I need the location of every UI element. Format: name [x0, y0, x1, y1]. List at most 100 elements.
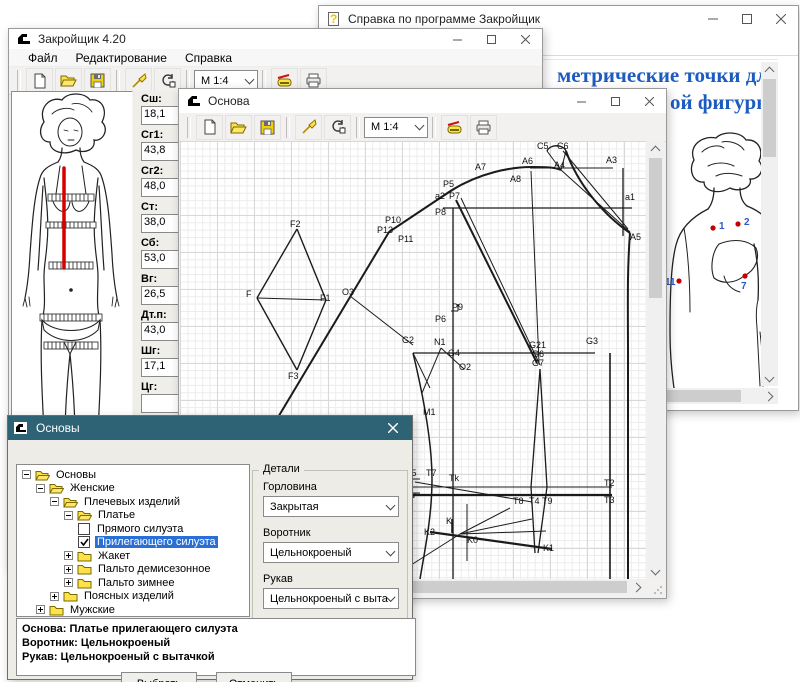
scroll-down-button[interactable]: [761, 371, 778, 386]
expand-icon[interactable]: [50, 592, 59, 601]
open-folder-button[interactable]: [55, 68, 82, 93]
sleeve-select[interactable]: Цельнокроеный с вытачкой: [263, 588, 399, 609]
scroll-down-button[interactable]: [647, 564, 664, 579]
clean-broom-button[interactable]: [295, 115, 322, 140]
pattern-line: [257, 298, 297, 370]
menu-item-1[interactable]: Редактирование: [67, 51, 176, 65]
close-button[interactable]: [508, 29, 542, 49]
help-vertical-scrollbar[interactable]: [761, 62, 778, 386]
close-button[interactable]: [764, 6, 798, 31]
close-button[interactable]: [380, 416, 406, 440]
refresh-button[interactable]: [154, 68, 181, 93]
pattern-point-label: K2: [424, 527, 435, 537]
refresh-button[interactable]: [324, 115, 351, 140]
checkbox[interactable]: [78, 536, 90, 548]
tree-item[interactable]: Основы: [17, 468, 249, 482]
scroll-up-button[interactable]: [647, 141, 664, 156]
pattern-point-label: K1: [543, 543, 554, 553]
details-groupbox: Детали ГорловинаЗакрытаяВоротникЦельнокр…: [252, 470, 408, 620]
pattern-point-label: A6: [522, 156, 533, 166]
close-button[interactable]: [632, 89, 666, 113]
minimize-button[interactable]: [696, 6, 730, 31]
tree-item[interactable]: Пальто зимнее: [17, 576, 249, 590]
pattern-point-label: P9: [452, 302, 463, 312]
menu-item-0[interactable]: Файл: [19, 51, 67, 65]
scroll-thumb[interactable]: [649, 158, 662, 298]
pattern-point-label: a1: [625, 192, 635, 202]
tree-item[interactable]: Платье: [17, 509, 249, 523]
pattern-point-label: Tk: [449, 473, 459, 483]
scroll-right-button[interactable]: [761, 388, 778, 404]
osnova-vertical-scrollbar[interactable]: [647, 141, 664, 579]
resize-grip[interactable]: [652, 584, 664, 596]
save-button[interactable]: [254, 115, 281, 140]
neckline-select[interactable]: Закрытая: [263, 496, 399, 517]
help-icon: ?: [327, 12, 342, 25]
scroll-right-button[interactable]: [629, 579, 646, 595]
pattern-point-label: A3: [606, 155, 617, 165]
tree-item-label: Жакет: [96, 550, 132, 562]
tape-measure-button[interactable]: [441, 115, 468, 140]
menu-bar: ФайлРедактированиеСправка: [9, 49, 542, 67]
chevron-down-icon: [386, 546, 396, 556]
field-label: Горловина: [263, 481, 399, 493]
select-button[interactable]: Выбрать: [121, 672, 197, 682]
pattern-curve: [566, 151, 630, 233]
desktop: ? Справка по программе Закройщик метриче…: [0, 0, 800, 682]
collapse-icon[interactable]: [64, 511, 73, 520]
maximize-button[interactable]: [598, 89, 632, 113]
tree-item[interactable]: Пальто демисезонное: [17, 563, 249, 577]
pattern-line: [531, 171, 539, 363]
scroll-up-button[interactable]: [761, 62, 778, 77]
tree-item-label: Плечевых изделий: [82, 496, 182, 508]
scale-select[interactable]: М 1:4: [364, 117, 428, 138]
details-group-label: Детали: [259, 463, 304, 475]
clean-broom-button[interactable]: [125, 68, 152, 93]
folder-closed-icon: [77, 550, 92, 562]
expand-icon[interactable]: [64, 578, 73, 587]
cancel-button[interactable]: Отменить: [216, 672, 292, 682]
selection-summary: Основа: Платье прилегающего силуэтаВорот…: [16, 618, 416, 676]
collapse-icon[interactable]: [22, 470, 31, 479]
point-number-label: 2: [744, 217, 750, 228]
osnova-titlebar: Основа: [179, 89, 666, 113]
pattern-point-label: P13: [377, 225, 393, 235]
print-button[interactable]: [470, 115, 497, 140]
save-button[interactable]: [84, 68, 111, 93]
folder-closed-icon: [49, 604, 64, 616]
open-folder-button[interactable]: [225, 115, 252, 140]
pattern-point-label: P8: [435, 207, 446, 217]
expand-icon[interactable]: [64, 551, 73, 560]
collapse-icon[interactable]: [50, 497, 59, 506]
maximize-button[interactable]: [730, 6, 764, 31]
menu-item-2[interactable]: Справка: [176, 51, 241, 65]
collar-select[interactable]: Цельнокроеный: [263, 542, 399, 563]
tree-item[interactable]: Мужские: [17, 603, 249, 617]
tree-item[interactable]: Женские: [17, 482, 249, 496]
maximize-button[interactable]: [474, 29, 508, 49]
pattern-point-label: C6: [557, 141, 569, 151]
minimize-button[interactable]: [564, 89, 598, 113]
tree-item[interactable]: Прямого силуэта: [17, 522, 249, 536]
expand-icon[interactable]: [64, 565, 73, 574]
collapse-icon[interactable]: [36, 484, 45, 493]
tree-item[interactable]: Поясных изделий: [17, 590, 249, 604]
pattern-point-label: G2: [402, 335, 414, 345]
new-document-button[interactable]: [196, 115, 223, 140]
pattern-point-label: F1: [320, 293, 331, 303]
tree-item[interactable]: Прилегающего силуэта: [17, 536, 249, 550]
scroll-thumb[interactable]: [763, 79, 776, 157]
checkbox[interactable]: [78, 523, 90, 535]
new-document-button[interactable]: [26, 68, 53, 93]
tree-item[interactable]: Плечевых изделий: [17, 495, 249, 509]
pattern-line: [456, 200, 537, 363]
pattern-line: [531, 369, 540, 487]
bases-tree[interactable]: ОсновыЖенскиеПлечевых изделийПлатьеПрямо…: [16, 464, 250, 617]
expand-icon[interactable]: [36, 605, 45, 614]
app-icon: [187, 95, 202, 108]
minimize-button[interactable]: [440, 29, 474, 49]
folder-closed-icon: [63, 590, 78, 602]
tree-item[interactable]: Жакет: [17, 549, 249, 563]
pattern-line: [257, 229, 297, 298]
tree-item-label: Платье: [96, 509, 137, 521]
